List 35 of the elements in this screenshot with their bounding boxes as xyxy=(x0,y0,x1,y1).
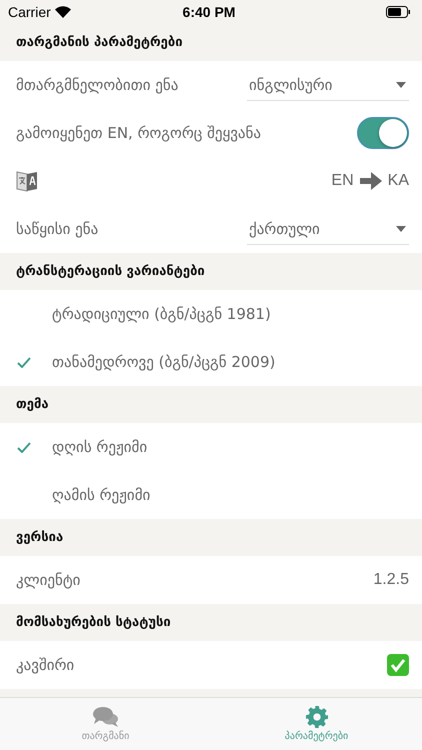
battery-icon xyxy=(386,6,410,18)
translate-icon xyxy=(16,169,38,193)
toggle-switch[interactable] xyxy=(357,117,409,149)
option-row[interactable]: დღის რეჟიმი xyxy=(0,423,422,471)
wifi-icon xyxy=(54,6,71,18)
option-row[interactable]: ტრადიციული (ბგნ/პცგნ 1981) xyxy=(0,290,422,338)
status-time: 6:40 PM xyxy=(182,4,236,20)
dropdown-caret-icon xyxy=(396,226,406,232)
dropdown-caret-icon xyxy=(396,82,406,88)
arrow-right-icon xyxy=(360,172,382,190)
option-label: თანამედროვე (ბგნ/პცგნ 2009) xyxy=(51,353,276,371)
source-language-code: EN xyxy=(331,172,354,190)
setting-label: გამოიყენეთ EN, როგორც შეყვანა xyxy=(16,124,261,142)
option-label: ტრადიციული (ბგნ/პცგნ 1981) xyxy=(51,305,271,323)
option-row[interactable]: ღამის რეჟიმი xyxy=(0,471,422,519)
language-dropdown[interactable]: ქართული xyxy=(247,213,409,245)
section-header: ტრანსტერაციის ვარიანტები xyxy=(16,264,205,279)
setting-label: მთარგმნელობითი ენა xyxy=(16,76,178,94)
version-value: 1.2.5 xyxy=(373,571,409,589)
section-header: ვერსია xyxy=(16,530,64,545)
option-label: ღამის რეჟიმი xyxy=(51,486,150,504)
section-header: მომსახურების სტატუსი xyxy=(16,615,171,630)
target-language-code: KA xyxy=(388,172,409,190)
option-label: დღის რეჟიმი xyxy=(51,438,148,456)
section-header: თემა xyxy=(16,397,49,412)
setting-label: კავშირი xyxy=(16,656,74,674)
option-row[interactable]: თანამედროვე (ბგნ/პცგნ 2009) xyxy=(0,338,422,386)
setting-label: საწყისი ენა xyxy=(16,220,98,238)
gear-icon xyxy=(306,706,328,728)
setting-label: კლიენტი xyxy=(16,571,80,589)
chat-bubbles-icon xyxy=(92,706,118,728)
tab-bar-item[interactable]: პარამეტრები xyxy=(211,698,422,750)
carrier-label: Carrier xyxy=(8,4,51,20)
language-dropdown[interactable]: ინგლისური xyxy=(247,69,409,101)
section-header: თარგმანის პარამეტრები xyxy=(16,35,183,50)
